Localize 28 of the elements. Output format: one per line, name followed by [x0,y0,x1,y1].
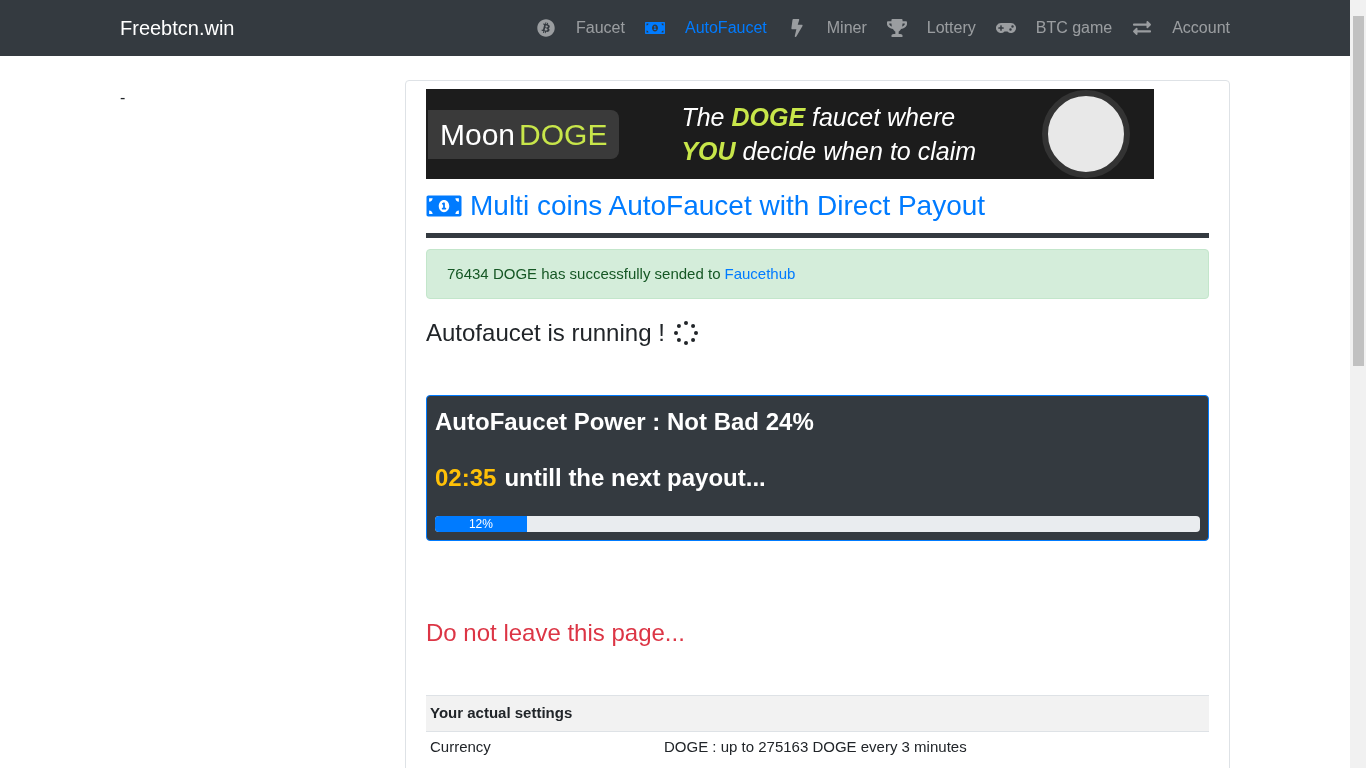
alert-text: 76434 DOGE has successfully sended to [447,263,721,284]
power-title: AutoFaucet Power : Not Bad 24% [435,407,815,437]
trophy-icon [886,19,907,37]
page-heading: Multi coins AutoFaucet with Direct Payout [470,189,986,223]
nav-link[interactable]: Account [1132,16,1230,40]
banner-tagline: The DOGE faucet where [681,102,957,133]
arrows-icon [1132,19,1153,37]
bitcoin-icon [536,19,557,37]
warning-text: Do not leave this page... [426,618,686,648]
banner-logo: Moon DOGE [428,109,620,159]
progress-bar: 12% [435,516,527,532]
nav-link[interactable]: BTC game [995,16,1113,40]
faucethub-link[interactable]: Faucethub [724,262,796,286]
nav-link[interactable]: AutoFaucet [644,16,767,40]
table-cell-text: Currency [430,737,492,756]
sidebar-text: - [120,89,126,106]
nav-link[interactable]: Faucet [536,16,625,40]
nav-link[interactable]: Miner [786,16,867,40]
status-heading: Autofaucet is running ! [426,318,665,348]
table-cell: DOGE : up to 275163 DOGE every 3 minutes [664,737,967,756]
countdown-timer: 02:35 [435,463,497,493]
nav-link[interactable]: Lottery [886,16,976,40]
payout-text: untill the next payout... [504,463,766,493]
settings-header: Your actual settings [426,696,1209,732]
banner-tagline: YOU decide when to claim [681,136,976,167]
spinner-icon [672,320,699,346]
brand-link[interactable]: Freebtcn.win [120,13,235,43]
banknote-icon [644,19,665,37]
